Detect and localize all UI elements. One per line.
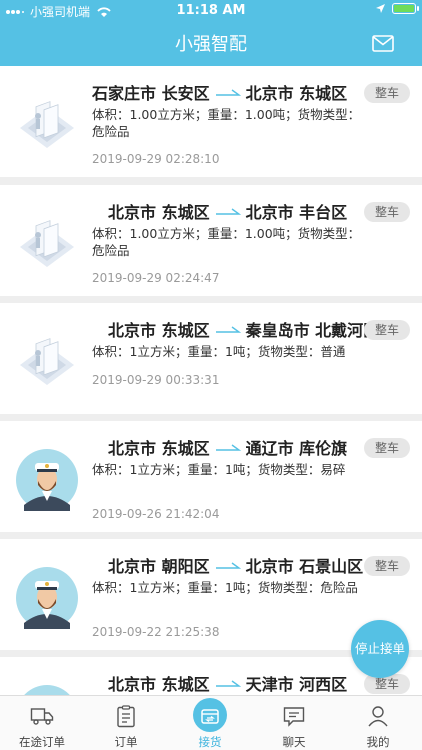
origin-city: 石家庄市 长安区	[92, 84, 210, 103]
order-timestamp: 2019-09-29 02:24:47	[92, 271, 220, 285]
route: 北京市 朝阳区 北京市 石景山区	[108, 553, 363, 577]
chat-icon	[283, 707, 305, 727]
top-bar: 小强司机端 11:18 AM 小强智配	[0, 0, 422, 66]
bottom-tab-bar: 在途订单 订单 接货 聊天 我的	[0, 695, 422, 750]
origin-city: 北京市 东城区	[108, 675, 210, 694]
order-card[interactable]: 石家庄市 长安区 北京市 东城区 整车 体积：1.00立方米；重量：1.00吨；…	[0, 66, 422, 177]
vehicle-type-badge: 整车	[364, 320, 410, 340]
tab-label: 接货	[198, 735, 222, 749]
route-arrow-icon	[215, 562, 241, 569]
status-right	[375, 3, 419, 14]
origin-city: 北京市 东城区	[108, 203, 210, 222]
captain-avatar-icon	[24, 685, 70, 695]
page-title: 小强智配	[175, 34, 247, 55]
route-arrow-icon	[215, 208, 241, 215]
route-arrow-icon	[215, 680, 241, 687]
cargo-illustration-icon	[20, 220, 74, 267]
destination-city: 北京市 丰台区	[245, 203, 348, 222]
route-arrow-icon	[215, 444, 241, 451]
cargo-details: 体积：1.00立方米；重量：1.00吨；货物类型：危险品	[92, 107, 361, 139]
order-timestamp: 2019-09-29 00:33:31	[92, 373, 220, 387]
order-card[interactable]: 北京市 东城区 北京市 丰台区 整车 体积：1.00立方米；重量：1.00吨；货…	[0, 185, 422, 296]
tab-label: 订单	[114, 735, 138, 749]
cargo-illustration-icon	[20, 338, 74, 385]
cargo-details: 体积：1立方米；重量：1吨；货物类型：普通	[92, 344, 346, 359]
stop-accepting-orders-button[interactable]: 停止接单	[351, 620, 409, 678]
origin-city: 北京市 东城区	[108, 439, 210, 458]
status-time: 11:18 AM	[176, 3, 246, 18]
location-icon	[376, 4, 385, 13]
route: 北京市 东城区 秦皇岛市 北戴河区	[108, 317, 379, 341]
order-card[interactable]: 北京市 东城区 秦皇岛市 北戴河区 整车 体积：1立方米；重量：1吨；货物类型：…	[0, 303, 422, 414]
cargo-details: 体积：1.00立方米；重量：1.00吨；货物类型：危险品	[92, 226, 361, 258]
cargo-illustration-icon	[20, 101, 74, 148]
destination-city: 通辽市 库伦旗	[245, 439, 348, 458]
destination-city: 北京市 石景山区	[245, 557, 364, 576]
destination-city: 天津市 河西区	[245, 675, 348, 694]
origin-city: 北京市 东城区	[108, 321, 210, 340]
order-timestamp: 2019-09-29 02:28:10	[92, 152, 220, 166]
order-list[interactable]: 石家庄市 长安区 北京市 东城区 整车 体积：1.00立方米；重量：1.00吨；…	[0, 66, 422, 695]
route: 北京市 东城区 北京市 丰台区	[108, 199, 347, 223]
status-bar: 小强司机端 11:18 AM	[0, 0, 422, 22]
profile-icon	[368, 706, 388, 727]
route: 北京市 东城区 天津市 河西区	[108, 671, 347, 695]
order-timestamp: 2019-09-26 21:42:04	[92, 507, 220, 521]
captain-avatar-icon	[16, 449, 78, 511]
cargo-details: 体积：1立方米；重量：1吨；货物类型：易碎	[92, 462, 346, 477]
tab-in-transit[interactable]: 在途订单	[0, 696, 84, 750]
route: 北京市 东城区 通辽市 库伦旗	[108, 435, 347, 459]
vehicle-type-badge: 整车	[364, 83, 410, 103]
clipboard-icon	[117, 705, 135, 728]
tab-label: 聊天	[282, 735, 306, 749]
captain-avatar-icon	[16, 567, 78, 629]
origin-city: 北京市 朝阳区	[108, 557, 210, 576]
tab-orders[interactable]: 订单	[84, 696, 168, 750]
truck-icon	[30, 708, 54, 725]
vehicle-type-badge: 整车	[364, 202, 410, 222]
tab-label: 我的	[366, 735, 390, 749]
tab-receive[interactable]: 接货	[168, 696, 252, 750]
route: 石家庄市 长安区 北京市 东城区	[92, 80, 347, 104]
cargo-details: 体积：1立方米；重量：1吨；货物类型：危险品	[92, 580, 358, 595]
tab-chat[interactable]: 聊天	[252, 696, 336, 750]
route-arrow-icon	[215, 89, 241, 96]
destination-city: 北京市 东城区	[245, 84, 348, 103]
route-arrow-icon	[215, 326, 241, 333]
receive-icon	[201, 709, 219, 724]
vehicle-type-badge: 整车	[364, 556, 410, 576]
tab-label: 在途订单	[19, 735, 65, 749]
battery-icon	[392, 3, 419, 14]
mail-icon[interactable]	[372, 35, 394, 52]
destination-city: 秦皇岛市 北戴河区	[245, 321, 380, 340]
order-timestamp: 2019-09-22 21:25:38	[92, 625, 220, 639]
tab-profile[interactable]: 我的	[336, 696, 420, 750]
order-card[interactable]: 北京市 东城区 通辽市 库伦旗 整车 体积：1立方米；重量：1吨；货物类型：易碎…	[0, 421, 422, 532]
vehicle-type-badge: 整车	[364, 438, 410, 458]
